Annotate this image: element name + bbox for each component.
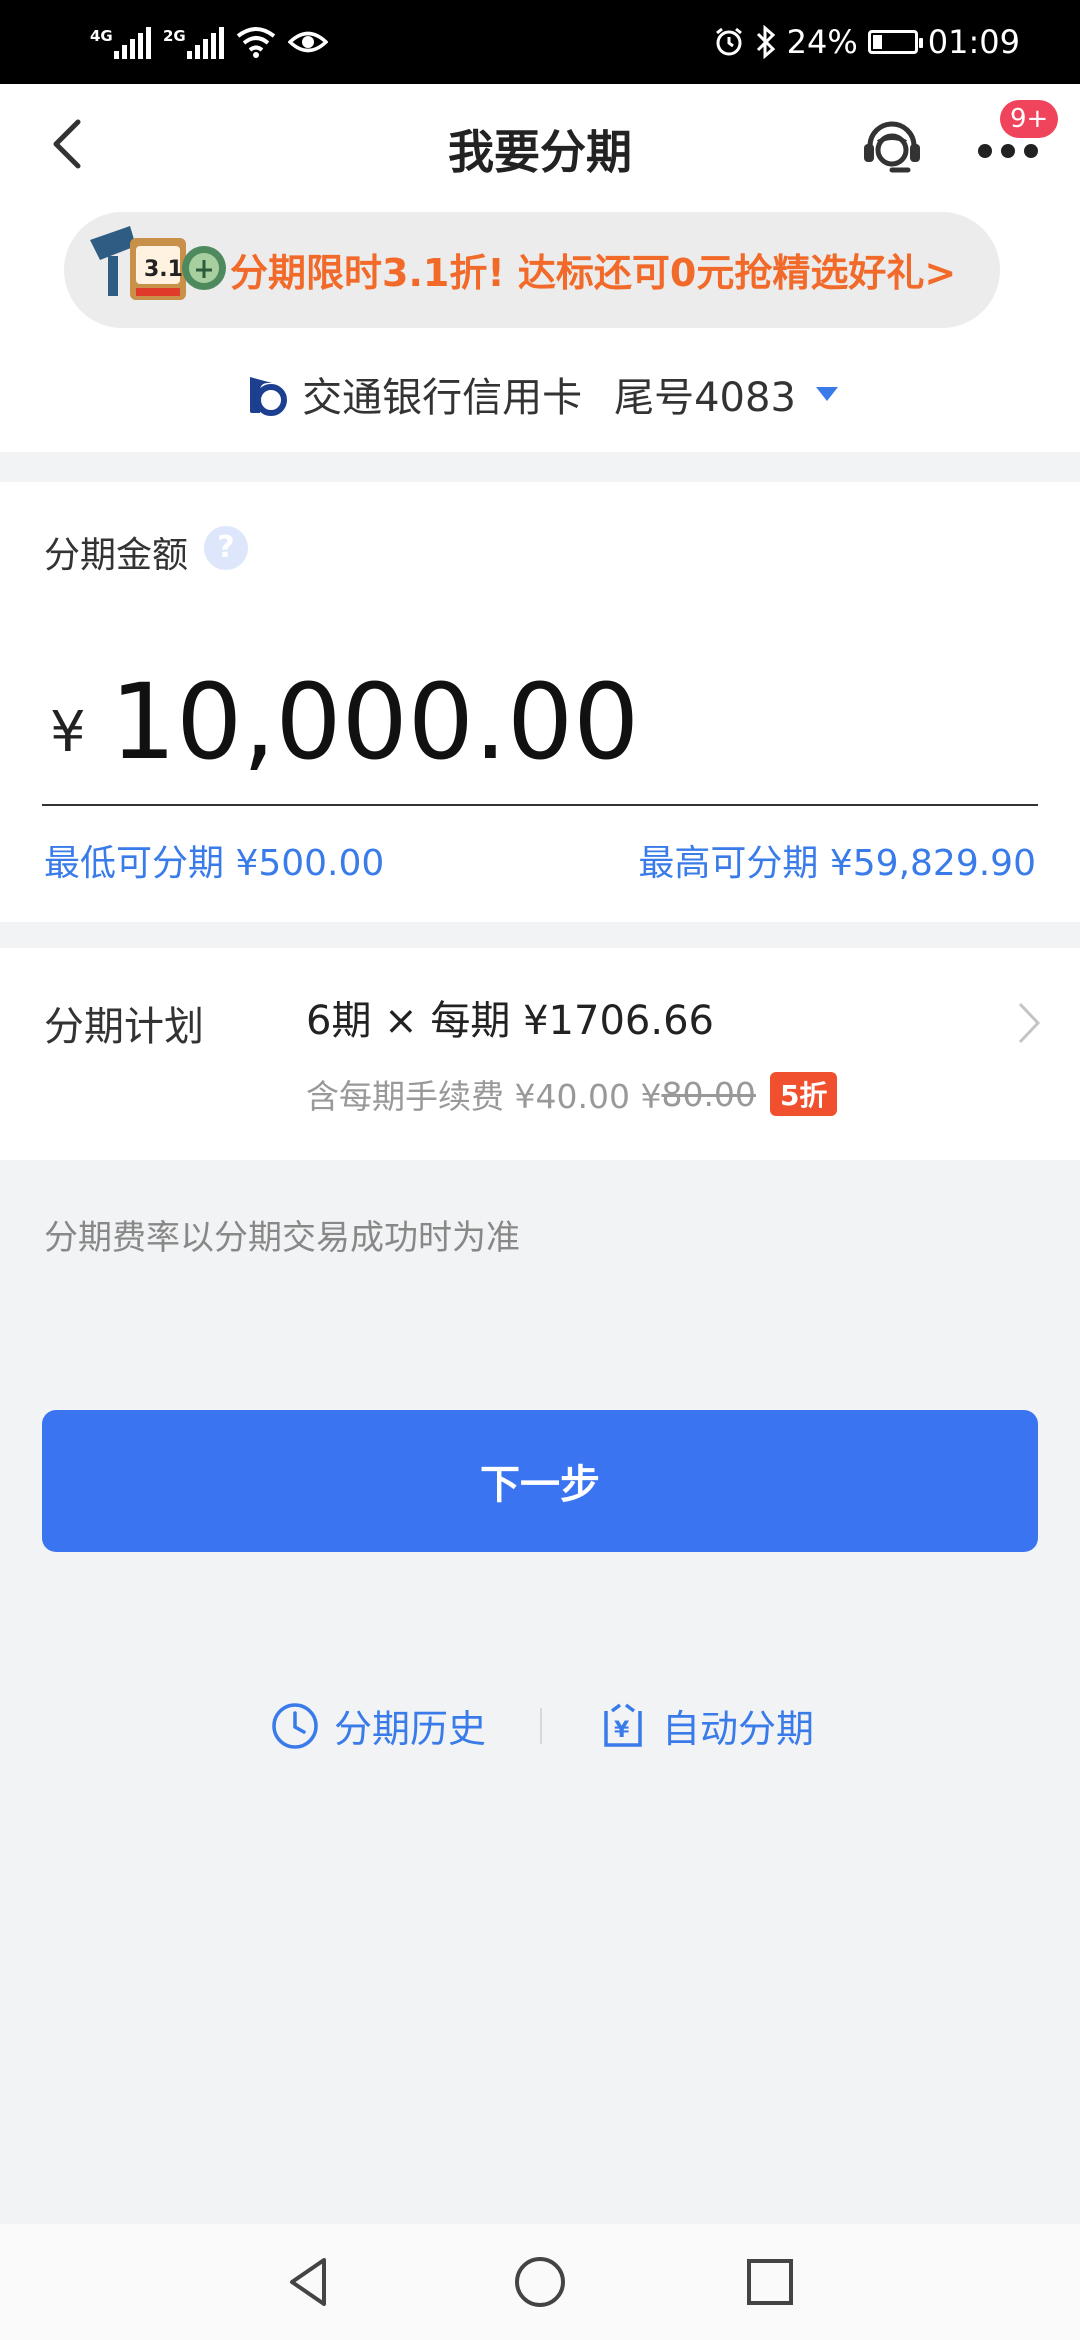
system-nav-bar [0,2224,1080,2340]
promo-image-label: 3.1 [144,257,183,282]
header: 我要分期 [0,84,1080,204]
rate-note: 分期费率以分期交易成功时为准 [44,1218,520,1258]
history-link[interactable]: 分期历史 [270,1698,486,1753]
next-button[interactable]: 下一步 [42,1410,1038,1552]
wifi-icon [236,27,276,58]
notification-badge: 9+ [1000,100,1059,138]
fee-text: 含每期手续费 ¥40.00 ¥ [306,1077,662,1116]
status-left: 4G 2G [90,18,328,66]
card-tail-number: 尾号4083 [614,375,796,421]
signal-1-icon: 4G [90,25,151,59]
promo-gift-icon: 3.1 [90,226,226,300]
bottom-links: 分期历史 ¥ 自动分期 [0,1690,1080,1760]
promo-text: 分期限时3.1折! 达标还可0元抢精选好礼> [230,251,957,295]
plan-fee: 含每期手续费 ¥40.00 ¥80.00 5折 [306,1070,838,1118]
promo-area: 3.1 分期限时3.1折! 达标还可0元抢精选好礼> 交通银行信用卡 尾号408… [0,204,1080,452]
bank-logo-icon [250,377,288,416]
auto-installment-link[interactable]: ¥ 自动分期 [598,1698,814,1753]
plan-summary: 6期 × 每期 ¥1706.66 [306,998,714,1044]
chevron-right-icon [1018,1002,1041,1044]
history-label: 分期历史 [334,1707,487,1751]
bluetooth-icon [756,25,775,59]
currency-symbol: ¥ [50,700,86,765]
svg-text:¥: ¥ [614,1718,630,1743]
card-selector[interactable]: 交通银行信用卡 尾号4083 [0,354,1080,434]
nav-recents-icon[interactable] [740,2252,800,2312]
amount-underline [42,804,1038,806]
installment-plan-row[interactable]: 分期计划 6期 × 每期 ¥1706.66 含每期手续费 ¥40.00 ¥80.… [0,948,1080,1160]
auto-installment-icon: ¥ [604,1703,642,1747]
min-amount-text: 最低可分期 ¥500.00 [44,843,385,884]
nav-home-icon[interactable] [510,2252,570,2312]
network-1-label: 4G [90,27,113,45]
max-amount-text: 最高可分期 ¥59,829.90 [638,843,1036,884]
status-bar: 4G 2G 24% 01:09 [0,0,1080,84]
card-name: 交通银行信用卡 [302,375,583,421]
clock: 01:09 [927,23,1020,61]
network-2-label: 2G [163,27,186,45]
customer-service-icon[interactable] [858,112,926,180]
discount-badge: 5折 [769,1072,838,1116]
plan-label: 分期计划 [44,1004,204,1050]
amount-input[interactable] [110,662,1010,782]
original-fee: 80.00 [661,1074,756,1114]
help-icon[interactable]: ? [204,526,248,570]
clock-icon [272,1702,318,1749]
amount-label: 分期金额 [44,535,189,576]
signal-2-icon: 2G [163,25,224,59]
battery-percent: 24% [786,23,858,61]
eye-icon [288,31,328,53]
link-divider [540,1708,542,1744]
battery-icon [867,30,923,54]
nav-back-icon[interactable] [280,2252,340,2312]
auto-label: 自动分期 [662,1707,815,1751]
status-right: 24% 01:09 [713,18,1020,66]
amount-section: 分期金额 ? ¥ 最低可分期 ¥500.00 最高可分期 ¥59,829.90 [0,482,1080,922]
promo-banner[interactable]: 3.1 分期限时3.1折! 达标还可0元抢精选好礼> [64,212,1000,328]
alarm-icon [715,27,742,56]
dropdown-arrow-icon [815,387,838,401]
